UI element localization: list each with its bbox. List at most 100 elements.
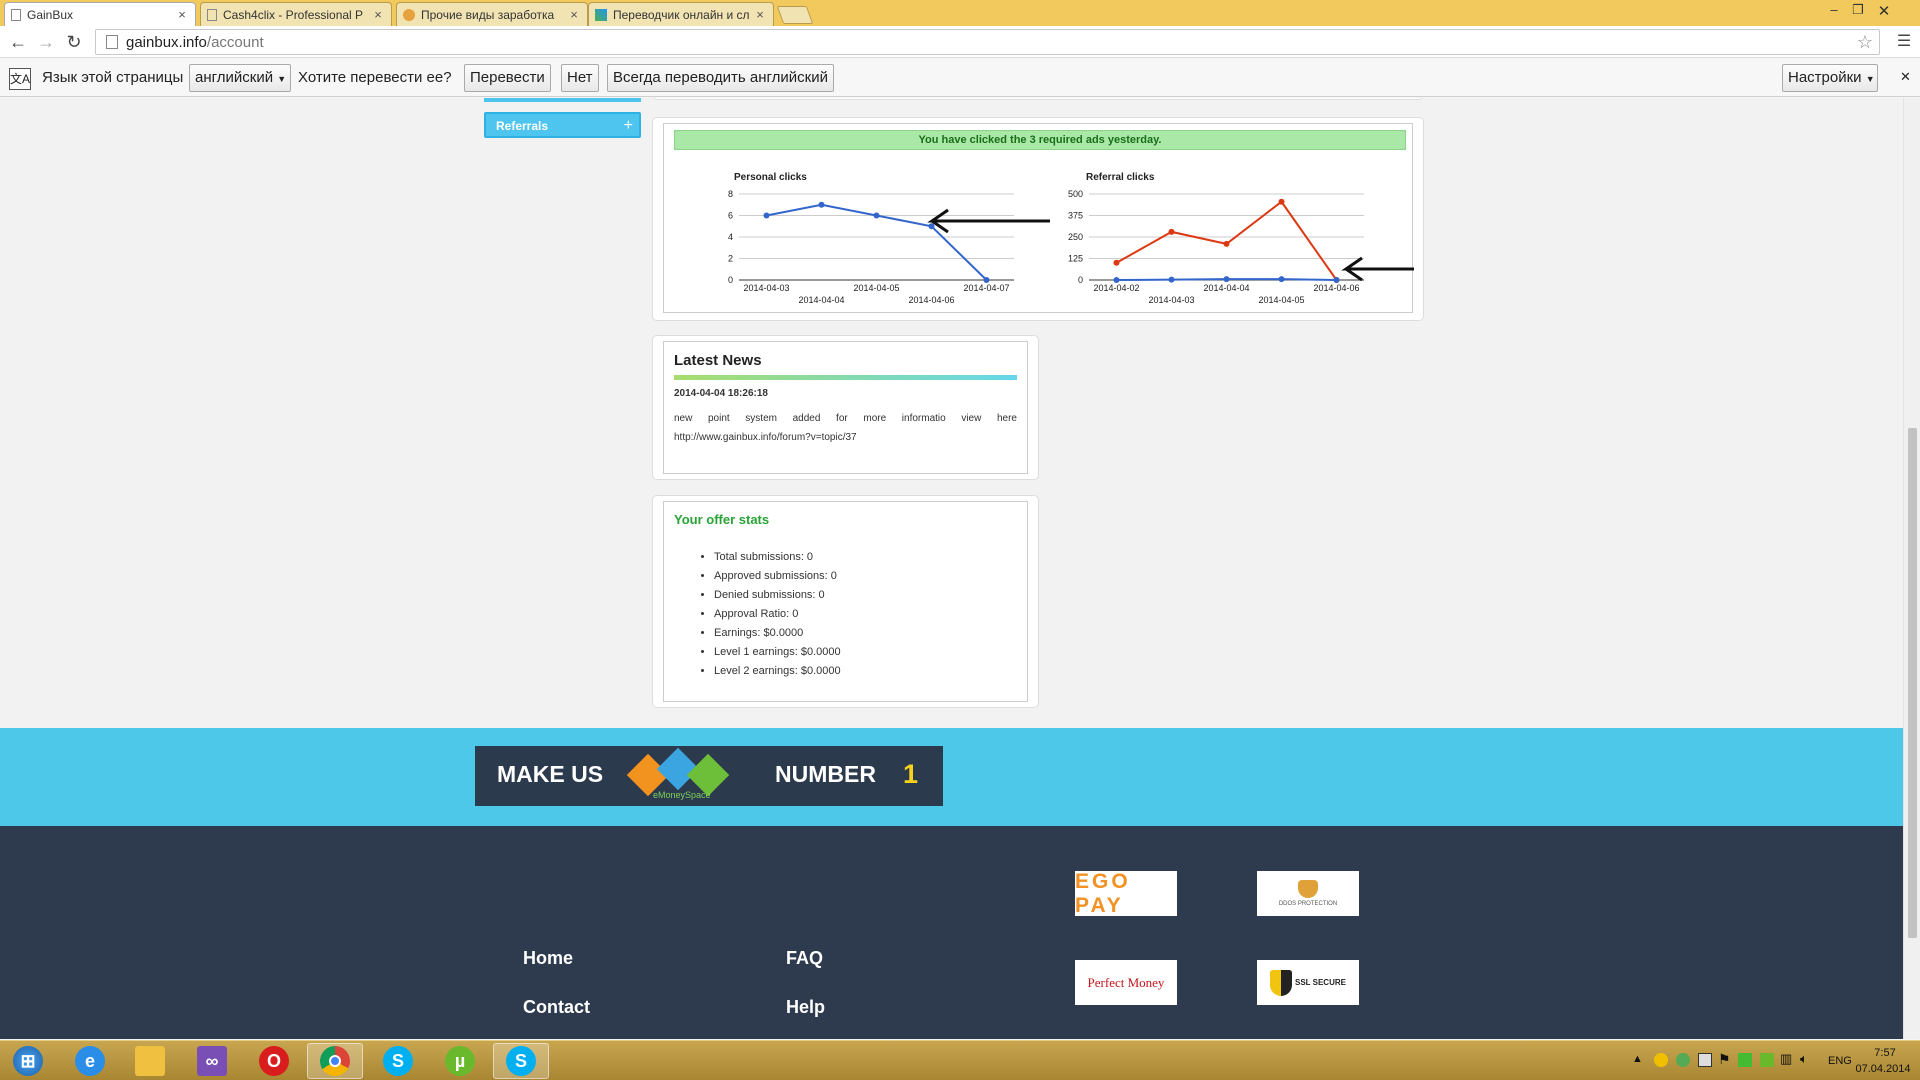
tab-cash4clix[interactable]: Cash4clix - Professional P × [200, 2, 392, 26]
start-button[interactable]: ⊞ [0, 1043, 56, 1079]
tray-app-icon[interactable] [1698, 1053, 1712, 1067]
taskbar-opera[interactable]: O [246, 1043, 302, 1079]
skype-icon: S [506, 1046, 536, 1076]
screen: GainBux × Cash4clix - Professional P × П… [0, 0, 1920, 1080]
perfect-money-badge[interactable]: Perfect Money [1075, 960, 1177, 1005]
y-tick-label: 8 [728, 189, 733, 199]
forum-icon [403, 8, 415, 21]
internet-explorer-icon: e [75, 1046, 105, 1076]
taskbar-skype-chat[interactable]: S [493, 1043, 549, 1079]
annotation-arrow [1341, 256, 1414, 282]
address-bar[interactable]: gainbux.info/account ☆ [95, 29, 1880, 55]
close-icon[interactable]: × [371, 7, 385, 22]
page-icon [207, 8, 217, 21]
egopay-badge[interactable]: EGO PAY [1075, 870, 1177, 917]
input-language[interactable]: ENG [1828, 1055, 1852, 1067]
data-point [1223, 276, 1230, 283]
folder-icon [135, 1046, 165, 1076]
vertical-scrollbar[interactable] [1903, 98, 1920, 1039]
reload-icon[interactable]: ↻ [62, 30, 86, 54]
list-item: Denied submissions: 0 [714, 586, 841, 605]
tray-app-icon[interactable] [1654, 1053, 1668, 1067]
taskbar-visual-studio[interactable]: ∞ [184, 1043, 240, 1079]
x-tick-label: 2014-04-05 [853, 283, 899, 293]
logo-caption: eMoneySpace [653, 790, 711, 800]
chart-title: Referral clicks [1086, 172, 1155, 183]
taskbar-ie[interactable]: e [62, 1043, 118, 1079]
forward-icon[interactable]: → [34, 30, 58, 54]
taskbar: ⊞ e ∞ O S µ S ▲ ⚑ ▥ 🔈︎ ENG 7:57 07.04.20… [0, 1040, 1920, 1080]
flag-icon[interactable]: ⚑ [1718, 1051, 1731, 1068]
series-line [1116, 200, 1338, 281]
list-item: Level 1 earnings: $0.0000 [714, 643, 841, 662]
sidebar-menu-edge [484, 98, 641, 102]
translate-icon: 文A [9, 68, 31, 90]
list-item: Total submissions: 0 [714, 548, 841, 567]
bookmark-star-icon[interactable]: ☆ [1857, 32, 1873, 53]
news-date: 2014-04-04 18:26:18 [674, 388, 768, 399]
menu-icon[interactable]: ☰ [1892, 30, 1916, 54]
tray-app-icon[interactable] [1676, 1053, 1690, 1067]
language-select[interactable]: английский ▼ [189, 64, 291, 92]
minimize-icon[interactable]: – [1822, 2, 1846, 17]
translate-button[interactable]: Перевести [464, 64, 551, 92]
tray-app-icon[interactable] [1760, 1053, 1774, 1067]
data-point [1223, 240, 1230, 247]
clicks-charts: Personal clicks 0 2 4 6 8 2014-04-03 2014-04-04… [728, 172, 1414, 305]
utorrent-tray-icon[interactable] [1738, 1053, 1752, 1067]
network-icon[interactable]: ▥ [1780, 1051, 1792, 1067]
skype-icon: S [383, 1046, 413, 1076]
list-item: Level 2 earnings: $0.0000 [714, 662, 841, 681]
new-tab-button[interactable] [776, 6, 814, 24]
restore-icon[interactable]: ❐ [1846, 2, 1870, 18]
banner-right-text: NUMBER [775, 761, 876, 787]
banner-left-text: MAKE US [497, 761, 604, 787]
y-tick-label: 0 [728, 275, 733, 285]
always-translate-button[interactable]: Всегда переводить английский [607, 64, 834, 92]
emoneyspace-banner[interactable]: MAKE US eMoneySpace NUMBER 1 [475, 746, 943, 806]
sidebar-item-referrals[interactable]: Referrals + [484, 112, 641, 138]
translate-question: Хотите перевести ее? [298, 69, 452, 86]
x-tick-label: 2014-04-04 [1203, 283, 1249, 293]
data-point [873, 212, 880, 219]
clock-date[interactable]: 07.04.2014 [1852, 1063, 1914, 1075]
taskbar-explorer[interactable] [122, 1043, 178, 1079]
banner-band: MAKE US eMoneySpace NUMBER 1 [0, 728, 1920, 826]
close-icon[interactable]: × [567, 7, 581, 22]
back-icon[interactable]: ← [6, 30, 30, 54]
news-divider [674, 375, 1017, 380]
taskbar-skype[interactable]: S [370, 1043, 426, 1079]
tab-translator[interactable]: Переводчик онлайн и сл × [588, 2, 774, 26]
data-point [818, 201, 825, 208]
tray-expand-icon[interactable]: ▲ [1632, 1053, 1643, 1065]
taskbar-chrome[interactable] [307, 1043, 363, 1079]
tab-gainbux[interactable]: GainBux × [4, 2, 196, 26]
scrollbar-thumb[interactable] [1908, 428, 1917, 938]
tab-earnings[interactable]: Прочие виды заработка × [396, 2, 588, 26]
settings-button[interactable]: Настройки ▼ [1782, 64, 1878, 92]
no-button[interactable]: Нет [561, 64, 599, 92]
ssl-secure-badge[interactable]: SSL SECURE [1257, 960, 1359, 1005]
close-translate-icon[interactable]: ✕ [1900, 69, 1911, 85]
x-tick-label: 2014-04-07 [963, 283, 1009, 293]
footer-link-contact[interactable]: Contact [523, 997, 590, 1018]
taskbar-utorrent[interactable]: µ [432, 1043, 488, 1079]
page-content: Referrals + You have clicked the 3 requi… [0, 98, 1920, 1039]
footer-link-faq[interactable]: FAQ [786, 948, 823, 969]
footer-link-home[interactable]: Home [523, 948, 573, 969]
offer-stats-title: Your offer stats [674, 512, 770, 527]
ddos-protection-badge[interactable]: DDOS PROTECTION [1257, 871, 1359, 916]
offer-stats-list: Total submissions: 0 Approved submission… [714, 548, 841, 681]
clicks-card-inner: You have clicked the 3 required ads yest… [663, 123, 1414, 313]
news-title: Latest News [674, 352, 762, 369]
footer-link-help[interactable]: Help [786, 997, 825, 1018]
clock-time[interactable]: 7:57 [1865, 1047, 1905, 1059]
url-text: gainbux.info/account [126, 33, 264, 51]
expand-icon[interactable]: + [624, 114, 633, 138]
close-icon[interactable]: × [753, 7, 767, 22]
window-close-icon[interactable]: ✕ [1872, 2, 1896, 20]
x-tick-label: 2014-04-05 [1258, 295, 1304, 305]
annotation-arrow [927, 208, 1050, 234]
close-icon[interactable]: × [175, 7, 189, 22]
volume-icon[interactable]: 🔈︎ [1800, 1051, 1808, 1067]
